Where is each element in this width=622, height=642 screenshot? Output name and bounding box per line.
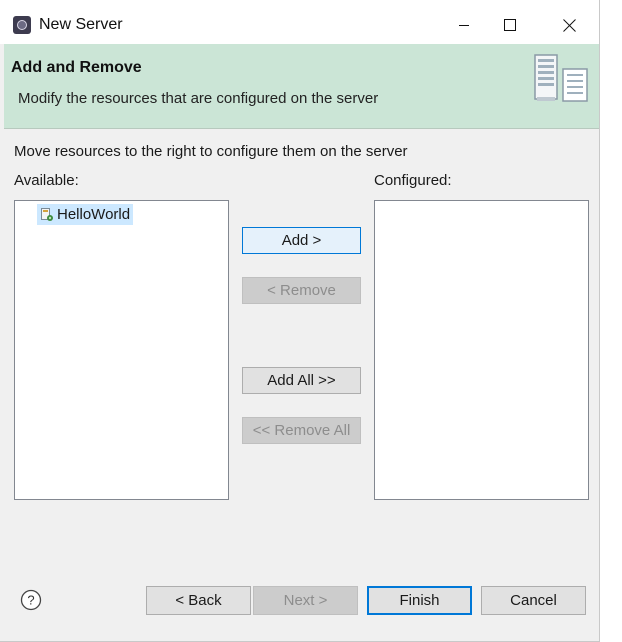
minimize-button[interactable] <box>444 12 484 38</box>
eclipse-app-icon <box>13 16 31 34</box>
maximize-button[interactable] <box>490 12 530 38</box>
help-icon[interactable]: ? <box>20 589 42 611</box>
minimize-icon <box>459 25 469 26</box>
wizard-banner: Add and Remove Modify the resources that… <box>4 44 599 129</box>
list-item-helloworld[interactable]: HelloWorld <box>37 204 134 225</box>
web-project-icon <box>41 208 53 221</box>
cancel-button[interactable]: Cancel <box>481 586 586 615</box>
add-button[interactable]: Add > <box>242 227 361 254</box>
add-all-button[interactable]: Add All >> <box>242 367 361 394</box>
page-description: Modify the resources that are configured… <box>18 90 379 107</box>
maximize-icon <box>504 19 516 31</box>
server-wizard-icon <box>534 54 588 102</box>
configured-list[interactable] <box>374 200 589 500</box>
instruction-text: Move resources to the right to configure… <box>14 143 408 160</box>
close-icon <box>562 18 576 32</box>
finish-button[interactable]: Finish <box>367 586 472 615</box>
configured-label: Configured: <box>374 172 452 189</box>
new-server-dialog: New Server Add and Remove Modify the res… <box>0 0 600 642</box>
available-list[interactable]: HelloWorld <box>14 200 229 500</box>
remove-all-button[interactable]: << Remove All <box>242 417 361 444</box>
back-button[interactable]: < Back <box>146 586 251 615</box>
window-title: New Server <box>39 16 123 33</box>
title-bar: New Server <box>0 0 599 44</box>
list-item-label: HelloWorld <box>57 206 131 223</box>
page-title: Add and Remove <box>11 59 142 76</box>
next-button[interactable]: Next > <box>253 586 358 615</box>
available-label: Available: <box>14 172 79 189</box>
svg-text:?: ? <box>27 593 34 608</box>
close-button[interactable] <box>549 12 589 38</box>
remove-button[interactable]: < Remove <box>242 277 361 304</box>
